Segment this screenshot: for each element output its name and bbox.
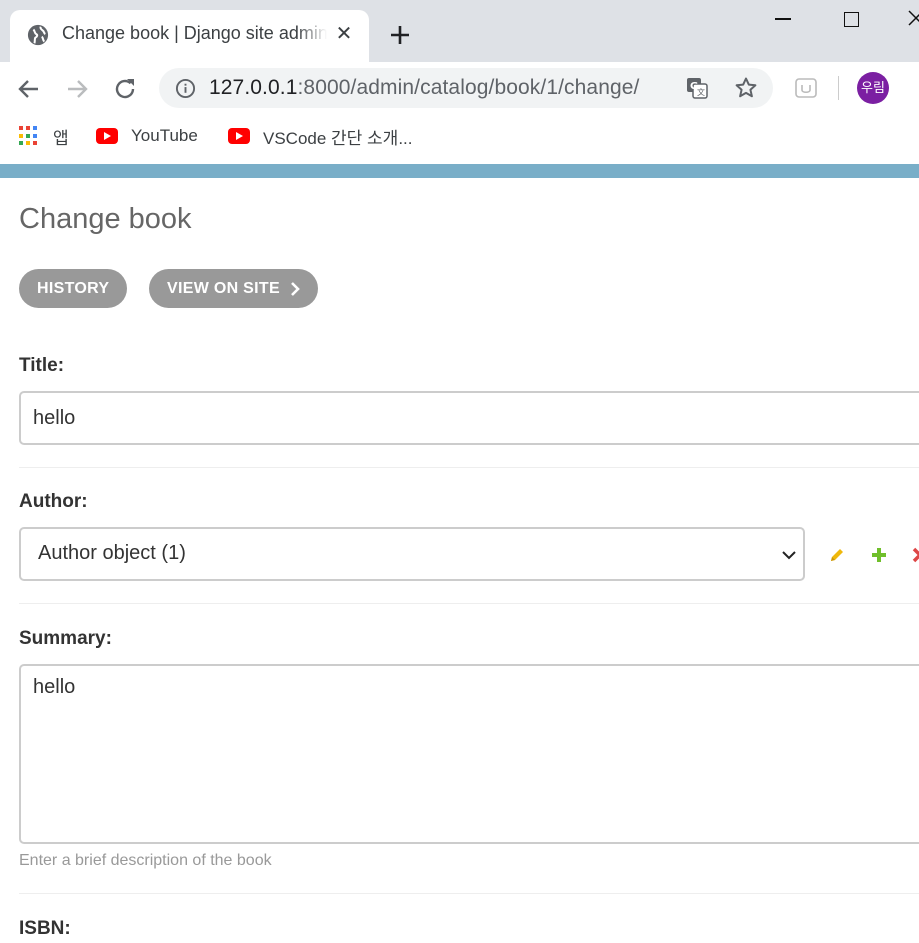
window-minimize-icon[interactable] — [775, 18, 791, 20]
bookmark-apps[interactable]: 앱 — [19, 122, 69, 150]
author-label: Author: — [19, 491, 88, 512]
chevron-right-icon — [291, 281, 300, 296]
summary-label: Summary: — [19, 628, 112, 649]
change-related-pencil-icon[interactable] — [828, 546, 846, 564]
field-divider — [19, 603, 919, 604]
new-tab-plus-icon[interactable] — [385, 20, 415, 50]
admin-header-bar — [0, 164, 919, 178]
window-close-icon[interactable] — [906, 8, 919, 28]
summary-help-text: Enter a brief description of the book — [19, 852, 272, 869]
window-maximize-icon[interactable] — [844, 12, 859, 27]
bookmark-youtube[interactable]: YouTube — [96, 122, 198, 150]
page-title: Change book — [19, 203, 192, 235]
add-related-plus-icon[interactable] — [870, 546, 888, 564]
translate-icon[interactable]: G 文 — [685, 76, 709, 100]
bookmark-label: YouTube — [131, 126, 198, 145]
history-button-label: HISTORY — [37, 280, 110, 297]
author-select-value: Author object (1) — [38, 542, 186, 564]
bookmark-label: 앱 — [53, 128, 69, 148]
youtube-icon — [96, 128, 118, 144]
delete-related-x-icon[interactable] — [911, 546, 919, 564]
field-divider — [19, 467, 919, 468]
url-host: 127.0.0.1 — [209, 76, 298, 99]
apps-grid-icon — [19, 126, 39, 146]
browser-tab[interactable]: Change book | Django site admin ✕ — [10, 10, 369, 62]
forward-arrow-icon[interactable] — [62, 74, 92, 104]
chevron-down-icon — [782, 551, 796, 560]
bookmarks-bar: 앱 YouTube VSCode 간단 소개... — [0, 114, 919, 160]
view-on-site-label: VIEW ON SITE — [167, 280, 280, 297]
browser-toolbar: 127.0.0.1:8000/admin/catalog/book/1/chan… — [0, 62, 919, 114]
field-divider — [19, 893, 919, 894]
bookmark-vscode[interactable]: VSCode 간단 소개... — [228, 122, 413, 150]
site-info-icon[interactable] — [175, 78, 196, 99]
tab-title: Change book | Django site admin — [62, 23, 327, 44]
profile-avatar[interactable]: 우림 — [857, 72, 889, 104]
url-path: :8000/admin/catalog/book/1/change/ — [297, 76, 640, 99]
youtube-icon — [228, 128, 250, 144]
view-on-site-button[interactable]: VIEW ON SITE — [149, 269, 318, 308]
address-bar[interactable]: 127.0.0.1:8000/admin/catalog/book/1/chan… — [159, 68, 773, 108]
title-label: Title: — [19, 355, 65, 376]
back-arrow-icon[interactable] — [14, 74, 44, 104]
extension-icon[interactable] — [794, 76, 818, 100]
summary-textarea[interactable]: hello — [19, 664, 919, 844]
tab-close-icon[interactable]: ✕ — [332, 22, 356, 46]
isbn-label: ISBN: — [19, 918, 71, 939]
reload-icon[interactable] — [110, 74, 140, 104]
svg-text:文: 文 — [697, 87, 705, 97]
toolbar-separator — [838, 76, 839, 100]
author-select[interactable]: Author object (1) — [19, 527, 805, 581]
history-button[interactable]: HISTORY — [19, 269, 128, 308]
bookmark-label: VSCode 간단 소개... — [263, 128, 413, 148]
url-text[interactable]: 127.0.0.1:8000/admin/catalog/book/1/chan… — [209, 76, 639, 100]
browser-tab-strip: Change book | Django site admin ✕ — [0, 0, 919, 62]
bookmark-star-icon[interactable] — [734, 76, 758, 100]
title-input[interactable]: hello — [19, 391, 919, 445]
globe-icon — [27, 24, 49, 46]
